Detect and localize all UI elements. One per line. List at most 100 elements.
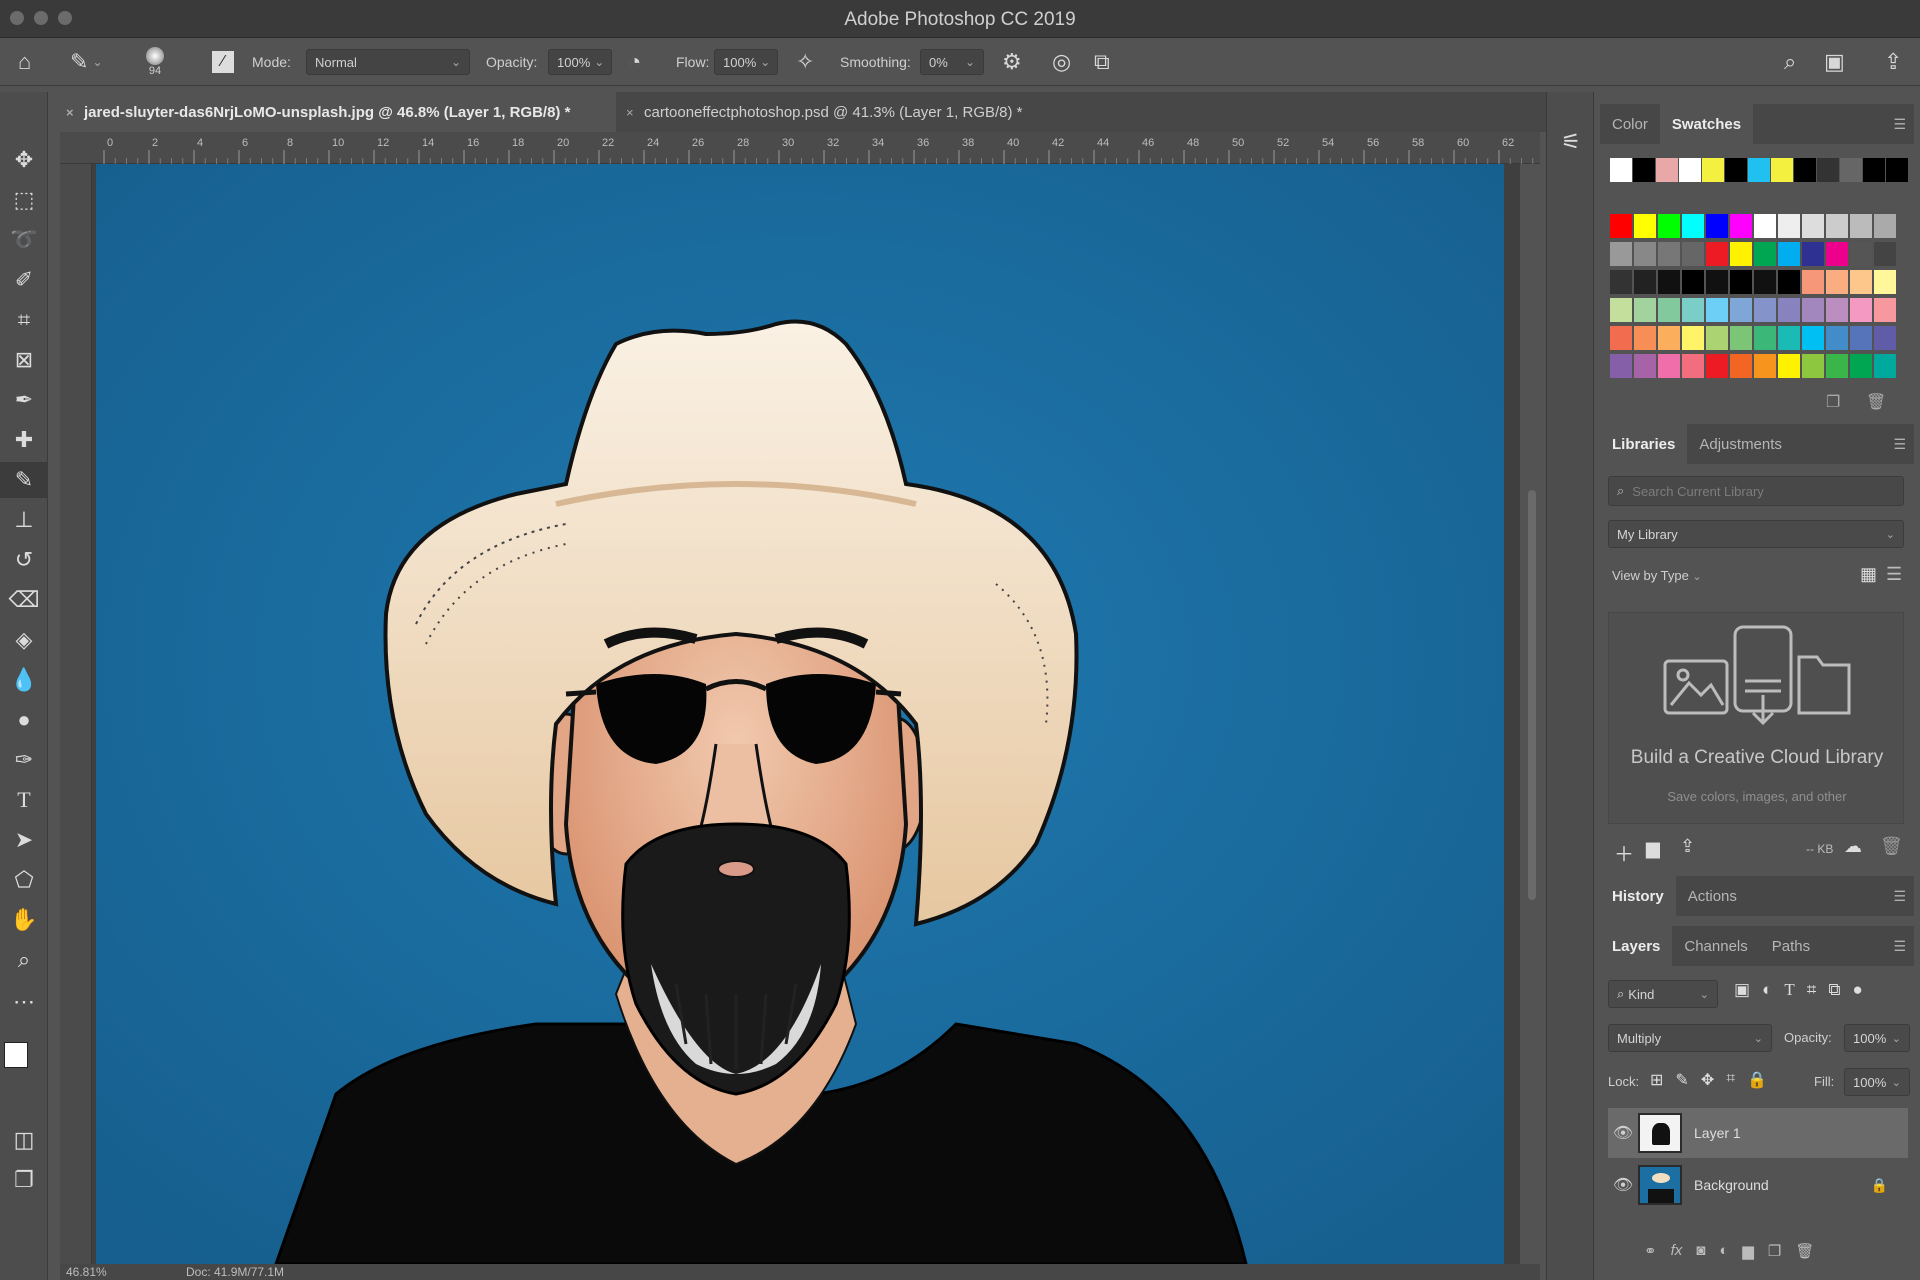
color-swatch[interactable] [1610, 354, 1632, 378]
color-swatch[interactable] [1802, 270, 1824, 294]
brush-tool-preset[interactable]: ✎ ⌄ [70, 38, 103, 86]
opacity-input[interactable]: 100% ⌄ [548, 49, 612, 75]
layer-fill-input[interactable]: 100% ⌄ [1844, 1068, 1910, 1096]
type-filter-icon[interactable]: T [1784, 980, 1794, 1000]
tab-swatches[interactable]: Swatches [1659, 104, 1754, 144]
zoom-tool-icon[interactable]: ⌕ [0, 942, 48, 978]
home-icon[interactable]: ⌂ [18, 38, 31, 86]
color-swatch[interactable] [1874, 354, 1896, 378]
link-layers-icon[interactable]: ⚭ [1644, 1242, 1657, 1260]
color-swatch[interactable] [1826, 354, 1848, 378]
cloud-icon[interactable]: ☁ [1844, 836, 1862, 857]
color-swatch[interactable] [1778, 298, 1800, 322]
shape-tool-icon[interactable]: ⬠ [0, 862, 48, 898]
new-group-icon[interactable]: ▆ [1742, 1242, 1754, 1260]
color-swatch[interactable] [1658, 326, 1680, 350]
panel-menu-icon[interactable]: ☰ [1893, 888, 1906, 905]
library-select[interactable]: My Library ⌄ [1608, 520, 1904, 548]
color-swatch[interactable] [1754, 214, 1776, 238]
color-swatch[interactable] [1826, 214, 1848, 238]
lasso-tool-icon[interactable]: ➰ [0, 222, 48, 258]
color-swatch[interactable] [1850, 242, 1872, 266]
list-view-icon[interactable]: ☰ [1886, 564, 1902, 585]
color-swatch[interactable] [1682, 214, 1704, 238]
crop-tool-icon[interactable]: ⌗ [0, 302, 48, 338]
lock-position-icon[interactable]: ✥ [1701, 1070, 1714, 1090]
color-swatch[interactable] [1730, 298, 1752, 322]
color-swatch[interactable] [1778, 214, 1800, 238]
lock-transparent-icon[interactable]: ⊞ [1650, 1070, 1663, 1090]
color-swatch[interactable] [1682, 326, 1704, 350]
recent-swatch[interactable] [1725, 158, 1747, 182]
color-swatch[interactable] [1754, 298, 1776, 322]
color-swatch[interactable] [1754, 326, 1776, 350]
color-swatch[interactable] [1610, 214, 1632, 238]
color-swatch[interactable] [1778, 242, 1800, 266]
vertical-scrollbar[interactable] [1528, 490, 1536, 900]
frame-tool-icon[interactable]: ⊠ [0, 342, 48, 378]
color-swatch[interactable] [1658, 298, 1680, 322]
eyedropper-tool-icon[interactable]: ✒ [0, 382, 48, 418]
color-swatch[interactable] [1706, 214, 1728, 238]
dodge-tool-icon[interactable]: ● [0, 702, 48, 738]
quick-select-tool-icon[interactable]: ✐ [0, 262, 48, 298]
pixel-filter-icon[interactable]: ▣ [1734, 980, 1750, 1000]
recent-swatch[interactable] [1886, 158, 1908, 182]
color-swatch[interactable] [1610, 270, 1632, 294]
color-swatch[interactable] [1826, 326, 1848, 350]
color-swatch[interactable] [1778, 326, 1800, 350]
color-swatch[interactable] [1826, 270, 1848, 294]
color-swatch[interactable] [1754, 354, 1776, 378]
symmetry-icon[interactable]: ⧉ [1094, 38, 1110, 86]
color-swatch[interactable] [1754, 242, 1776, 266]
tab-paths[interactable]: Paths [1760, 926, 1822, 966]
zoom-level[interactable]: 46.81% [66, 1265, 107, 1279]
brush-settings-toggle[interactable]: ⁄ [212, 38, 234, 86]
pen-tool-icon[interactable]: ✑ [0, 742, 48, 778]
lock-image-icon[interactable]: ✎ [1675, 1070, 1688, 1090]
color-swatch[interactable] [1706, 326, 1728, 350]
search-icon[interactable]: ⌕ [1784, 38, 1796, 86]
clone-stamp-tool-icon[interactable]: ⊥ [0, 502, 48, 538]
tab-adjustments[interactable]: Adjustments [1687, 424, 1794, 464]
smart-object-filter-icon[interactable]: ⧉ [1828, 980, 1840, 1000]
color-swatch[interactable] [1874, 214, 1896, 238]
color-swatch[interactable] [1850, 298, 1872, 322]
color-swatch[interactable] [1658, 242, 1680, 266]
gear-icon[interactable]: ⚙ [1002, 38, 1022, 86]
trash-icon[interactable]: 🗑 [1880, 836, 1903, 857]
foreground-color-swatch[interactable] [4, 1042, 28, 1068]
mode-select[interactable]: Normal ⌄ [306, 49, 470, 75]
share-icon[interactable]: ⇪ [1884, 38, 1902, 86]
color-swatch[interactable] [1802, 214, 1824, 238]
color-swatch[interactable] [1706, 354, 1728, 378]
move-tool-icon[interactable]: ✥ [0, 142, 48, 178]
paint-bucket-tool-icon[interactable]: ◈ [0, 622, 48, 658]
color-swatch[interactable] [1682, 354, 1704, 378]
color-swatch[interactable] [1802, 298, 1824, 322]
color-swatch[interactable] [1874, 326, 1896, 350]
blur-tool-icon[interactable]: 💧 [0, 662, 48, 698]
color-swatch[interactable] [1850, 326, 1872, 350]
color-swatch[interactable] [1634, 354, 1656, 378]
tab-actions[interactable]: Actions [1676, 876, 1749, 916]
tab-document-1[interactable]: × jared-sluyter-das6NrjLoMO-unsplash.jpg… [60, 92, 616, 132]
folder-icon[interactable]: ▆ [1646, 838, 1660, 859]
recent-swatch[interactable] [1656, 158, 1678, 182]
adjustment-filter-icon[interactable]: ◐ [1762, 980, 1772, 1000]
color-swatch[interactable] [1610, 242, 1632, 266]
color-swatch[interactable] [1850, 354, 1872, 378]
brush-tool-icon[interactable]: ✎ [0, 462, 48, 498]
color-swatch[interactable] [1874, 298, 1896, 322]
smoothing-input[interactable]: 0% ⌄ [920, 49, 984, 75]
color-swatch[interactable] [1658, 214, 1680, 238]
color-swatch[interactable] [1778, 354, 1800, 378]
color-swatch[interactable] [1610, 326, 1632, 350]
color-swatch[interactable] [1658, 270, 1680, 294]
pressure-size-icon[interactable]: ◎ [1052, 38, 1071, 86]
grid-view-icon[interactable]: ▦ [1860, 564, 1877, 585]
recent-swatch[interactable] [1794, 158, 1816, 182]
fx-icon[interactable]: fx [1671, 1242, 1683, 1260]
tab-history[interactable]: History [1600, 876, 1676, 916]
color-swatch[interactable] [1730, 242, 1752, 266]
